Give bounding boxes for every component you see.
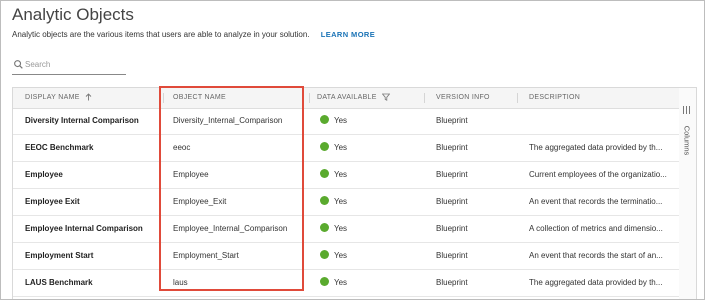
cell-object-name: Employment_Start xyxy=(173,251,239,260)
cell-object-name: eeoc xyxy=(173,143,191,152)
column-resize-handle[interactable] xyxy=(424,93,425,103)
cell-data-available: Yes xyxy=(320,189,420,215)
status-dot xyxy=(320,277,329,287)
table-row[interactable]: EEOC Benchmark eeoc Yes Blueprint The ag… xyxy=(13,135,680,162)
column-header-version-info[interactable]: VERSION INFO xyxy=(436,88,490,108)
column-resize-handle[interactable] xyxy=(309,93,310,103)
cell-display-name: EEOC Benchmark xyxy=(25,143,94,152)
search-placeholder: Search xyxy=(25,60,51,69)
analytic-objects-table: DISPLAY NAME OBJECT NAME DATA AVAILABLE … xyxy=(12,87,681,299)
status-dot xyxy=(320,115,329,125)
cell-display-name: Employee Internal Comparison xyxy=(25,224,143,233)
learn-more-link[interactable]: LEARN MORE xyxy=(321,30,375,39)
cell-version-info: Blueprint xyxy=(436,224,468,233)
analytic-objects-panel: Analytic Objects Analytic objects are th… xyxy=(0,0,705,300)
columns-icon xyxy=(683,106,690,114)
table-row[interactable]: Employee Internal Comparison Employee_In… xyxy=(13,216,680,243)
status-dot xyxy=(320,142,329,152)
search-input[interactable]: Search xyxy=(12,57,126,75)
status-dot xyxy=(320,169,329,179)
status-dot xyxy=(320,196,329,206)
table-row[interactable]: Employee Employee Yes Blueprint Current … xyxy=(13,162,680,189)
cell-data-available: Yes xyxy=(320,135,420,161)
cell-version-info: Blueprint xyxy=(436,143,468,152)
columns-label: Columns xyxy=(682,125,692,156)
table-row[interactable]: LAUS Benchmark laus Yes Blueprint The ag… xyxy=(13,270,680,297)
cell-description: Current employees of the organizatio... xyxy=(529,170,667,179)
cell-object-name: Employee_Exit xyxy=(173,197,227,206)
page-title: Analytic Objects xyxy=(12,5,134,24)
cell-version-info: Blueprint xyxy=(436,170,468,179)
tool-panel-strip: Columns xyxy=(679,87,697,299)
column-header-data-available[interactable]: DATA AVAILABLE xyxy=(317,88,390,108)
cell-display-name: Diversity Internal Comparison xyxy=(25,116,139,125)
filter-icon[interactable] xyxy=(381,93,390,102)
cell-version-info: Blueprint xyxy=(436,278,468,287)
table-row[interactable]: Diversity Internal Comparison Diversity_… xyxy=(13,108,680,135)
cell-object-name: Employee_Internal_Comparison xyxy=(173,224,288,233)
cell-version-info: Blueprint xyxy=(436,251,468,260)
cell-description: The aggregated data provided by th... xyxy=(529,278,663,287)
cell-description: A collection of metrics and dimensio... xyxy=(529,224,663,233)
table-row[interactable]: Employee Exit Employee_Exit Yes Blueprin… xyxy=(13,189,680,216)
cell-data-available: Yes xyxy=(320,108,420,134)
cell-version-info: Blueprint xyxy=(436,197,468,206)
cell-display-name: Employee Exit xyxy=(25,197,80,206)
column-resize-handle[interactable] xyxy=(517,93,518,103)
column-header-object-name[interactable]: OBJECT NAME xyxy=(173,88,226,108)
sort-ascending-icon[interactable] xyxy=(85,93,92,101)
search-icon xyxy=(14,60,23,69)
status-dot xyxy=(320,223,329,233)
cell-object-name: Employee xyxy=(173,170,209,179)
table-header: DISPLAY NAME OBJECT NAME DATA AVAILABLE … xyxy=(13,88,680,109)
cell-data-available: Yes xyxy=(320,162,420,188)
cell-version-info: Blueprint xyxy=(436,116,468,125)
cell-description: An event that records the start of an... xyxy=(529,251,663,260)
cell-description xyxy=(529,108,679,134)
status-dot xyxy=(320,250,329,260)
cell-object-name: laus xyxy=(173,278,188,287)
cell-display-name: LAUS Benchmark xyxy=(25,278,93,287)
cell-data-available: Yes xyxy=(320,243,420,269)
cell-description: An event that records the terminatio... xyxy=(529,197,663,206)
cell-data-available: Yes xyxy=(320,216,420,242)
column-header-description[interactable]: DESCRIPTION xyxy=(529,88,580,108)
cell-object-name: Diversity_Internal_Comparison xyxy=(173,116,283,125)
columns-toggle-button[interactable]: Columns xyxy=(682,106,694,166)
table-row[interactable]: Employment Start Employment_Start Yes Bl… xyxy=(13,243,680,270)
column-resize-handle[interactable] xyxy=(163,93,164,103)
page-description: Analytic objects are the various items t… xyxy=(12,30,375,39)
cell-display-name: Employee xyxy=(25,170,63,179)
cell-data-available: Yes xyxy=(320,270,420,296)
cell-description: The aggregated data provided by th... xyxy=(529,143,663,152)
column-header-display-name[interactable]: DISPLAY NAME xyxy=(25,88,92,108)
description-text: Analytic objects are the various items t… xyxy=(12,30,310,39)
cell-display-name: Employment Start xyxy=(25,251,94,260)
